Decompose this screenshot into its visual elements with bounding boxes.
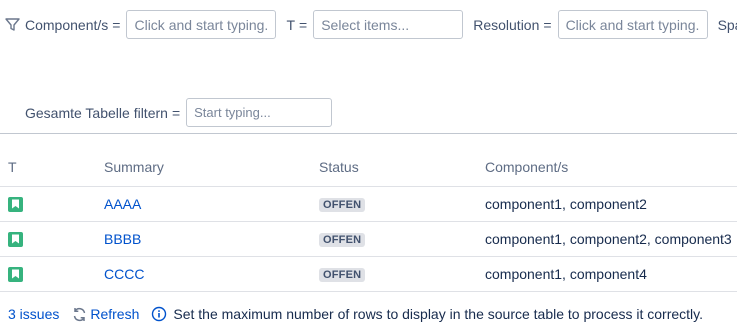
refresh-icon [71,306,88,323]
bookmark-story-icon [8,196,23,212]
type-cell [0,186,104,222]
issue-summary-link[interactable]: BBBB [104,231,141,247]
header-components[interactable]: Component/s [485,150,737,187]
type-cell [0,221,104,257]
type-filter-label: T [286,16,296,33]
table-filter-bar: Gesamte Tabelle filtern = [25,98,333,127]
status-badge: OFFEN [319,198,366,212]
table-row: BBBB OFFEN component1, component2, compo… [0,221,737,257]
components-cell: component1, component4 [485,256,737,292]
resolution-filter-eq: = [543,16,552,33]
issue-summary-link[interactable]: AAAA [104,196,141,212]
bookmark-story-icon [8,266,23,282]
funnel-icon[interactable] [4,16,21,33]
table-row: AAAA OFFEN component1, component2 [0,186,737,222]
info-icon [151,306,167,322]
issue-summary-link[interactable]: CCCC [104,266,144,282]
truncated-filter-label: Spa [717,16,737,33]
table-row: CCCC OFFEN component1, component4 [0,256,737,292]
header-summary[interactable]: Summary [104,150,319,187]
resolution-filter-label: Resolution [473,16,540,33]
divider [0,133,737,134]
refresh-button[interactable]: Refresh [71,306,139,323]
issue-count-link[interactable]: 3 issues [8,306,59,322]
type-filter-input[interactable] [313,10,464,39]
components-cell: component1, component2 [485,186,737,222]
info-message: Set the maximum number of rows to displa… [151,306,703,322]
resolution-filter-input[interactable] [557,10,708,39]
components-cell: component1, component2, component3 [485,221,737,257]
status-badge: OFFEN [319,233,366,247]
component-filter-eq: = [112,16,121,33]
type-cell [0,256,104,292]
bookmark-story-icon [8,231,23,247]
refresh-label: Refresh [90,306,140,322]
table-filter-label: Gesamte Tabelle filtern [25,104,168,121]
component-filter-label: Component/s [25,16,109,33]
table-header-row: T Summary Status Component/s [0,150,737,187]
type-filter-eq: = [299,16,308,33]
issues-table: T Summary Status Component/s AAAA OFFEN … [0,150,737,292]
info-text: Set the maximum number of rows to displa… [173,306,704,322]
table-footer: 3 issues Refresh Set the maximum number … [8,305,703,323]
header-type[interactable]: T [0,150,104,187]
component-filter-input[interactable] [126,10,277,39]
header-status[interactable]: Status [319,150,485,187]
table-filter-eq: = [171,104,181,121]
table-filter-input[interactable] [186,98,333,127]
status-badge: OFFEN [319,268,366,282]
filter-bar: Component/s = T = Resolution = Spa [4,10,737,39]
